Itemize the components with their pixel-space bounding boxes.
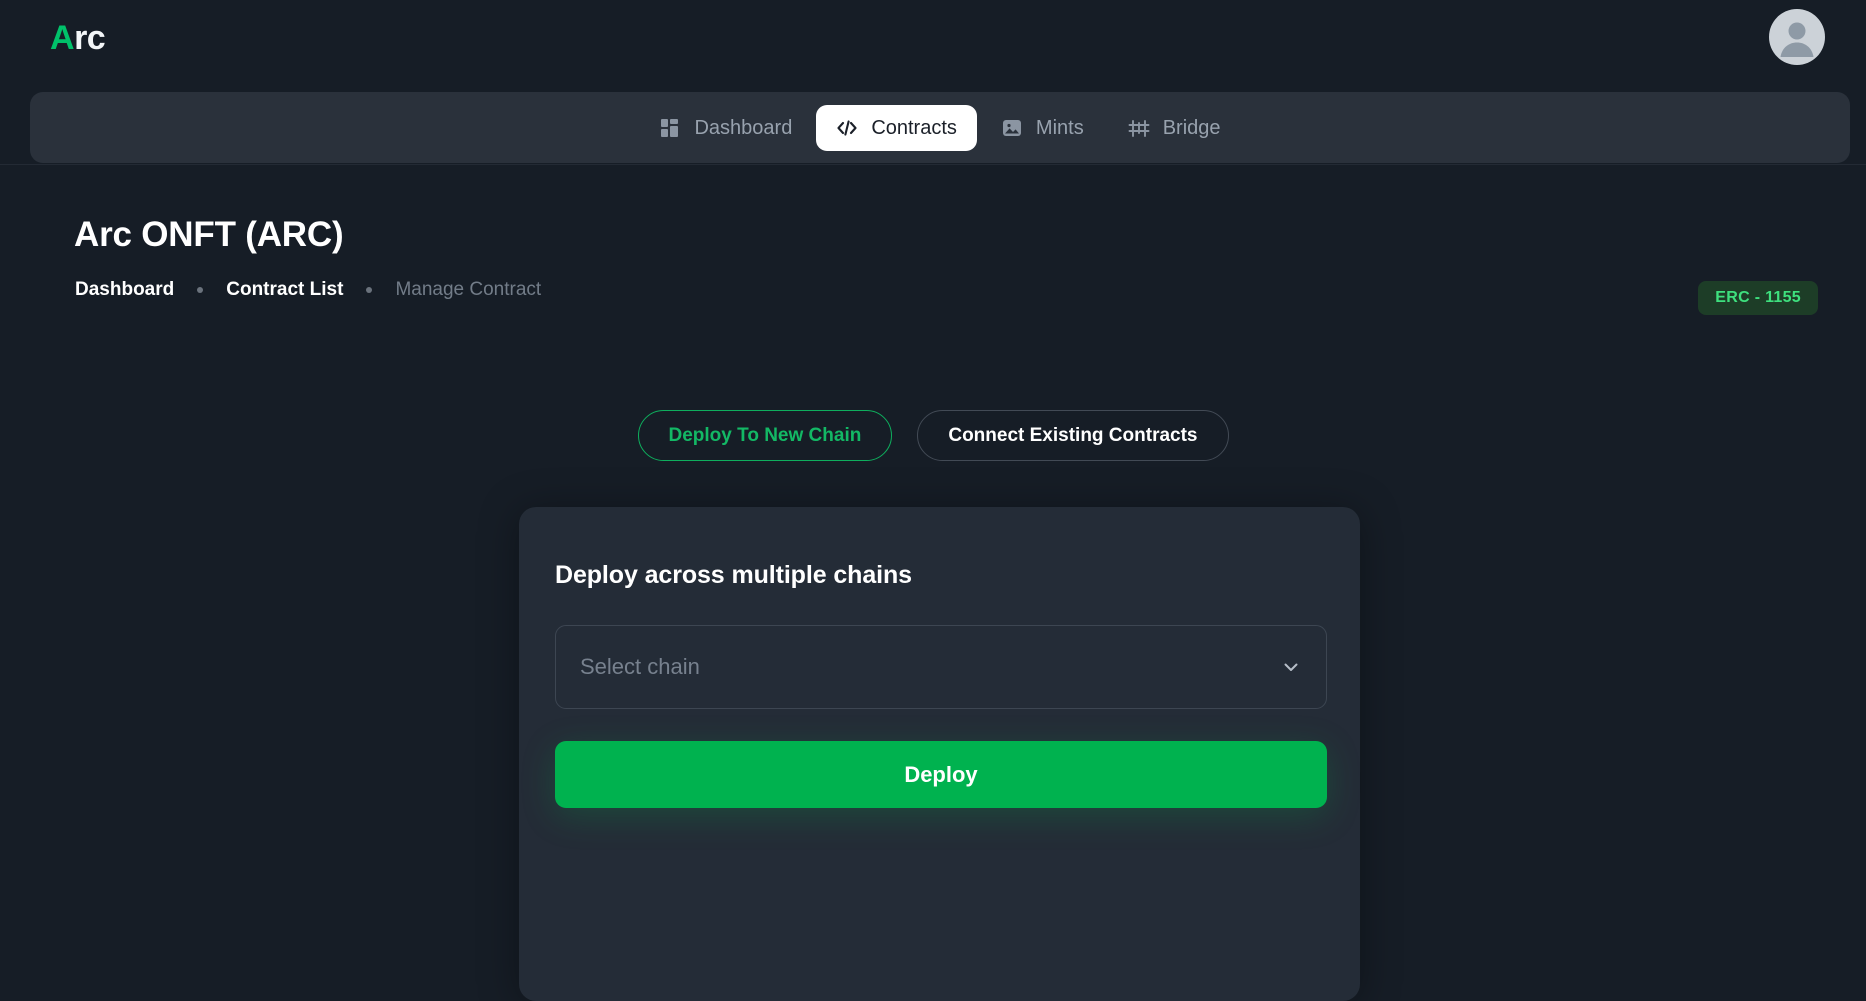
page-title: Arc ONFT (ARC) [74, 215, 344, 254]
chevron-down-icon [1280, 656, 1302, 678]
nav-item-dashboard-label: Dashboard [694, 116, 793, 139]
deploy-card: Deploy across multiple chains Select cha… [519, 507, 1360, 1001]
page-content: Arc ONFT (ARC) Dashboard Contract List M… [0, 165, 1866, 1001]
user-avatar-icon [1780, 22, 1814, 57]
nav-item-mints-label: Mints [1035, 116, 1084, 139]
nav-item-dashboard[interactable]: Dashboard [639, 105, 812, 151]
deploy-mode-toggle-group: Deploy To New Chain Connect Existing Con… [0, 410, 1866, 461]
nav-item-contracts-label: Contracts [871, 116, 957, 139]
deploy-to-new-chain-button[interactable]: Deploy To New Chain [637, 410, 893, 461]
status-badge-erc-standard: ERC - 1155 [1698, 281, 1818, 315]
breadcrumb-item-contract-list[interactable]: Contract List [226, 278, 343, 302]
deploy-button[interactable]: Deploy [555, 741, 1327, 808]
nav-item-mints[interactable]: Mints [981, 105, 1104, 151]
breadcrumb-separator-dot [197, 287, 204, 293]
logo-rest: rc [74, 19, 106, 57]
deploy-card-title: Deploy across multiple chains [555, 561, 912, 589]
top-bar: Arc [0, 0, 1866, 78]
logo-accent-letter: A [50, 19, 75, 57]
breadcrumb-item-manage-contract: Manage Contract [395, 279, 542, 300]
avatar[interactable] [1769, 9, 1825, 65]
breadcrumb: Dashboard Contract List Manage Contract [75, 278, 541, 302]
code-brackets-icon [836, 117, 858, 139]
chain-select[interactable]: Select chain [555, 625, 1327, 709]
breadcrumb-item-dashboard[interactable]: Dashboard [75, 278, 174, 302]
nav-items: Dashboard Contracts Mints Bridge [639, 104, 1241, 151]
app-logo[interactable]: Arc [50, 18, 106, 58]
nav-item-bridge-label: Bridge [1162, 116, 1221, 139]
main-nav: Dashboard Contracts Mints Bridge [30, 92, 1850, 163]
bridge-icon [1128, 117, 1150, 139]
breadcrumb-separator-dot [366, 287, 373, 293]
connect-existing-contracts-button[interactable]: Connect Existing Contracts [917, 410, 1229, 461]
nav-item-bridge[interactable]: Bridge [1108, 105, 1241, 151]
chain-select-placeholder: Select chain [580, 654, 700, 679]
image-picture-icon [1001, 117, 1023, 139]
nav-item-contracts[interactable]: Contracts [816, 104, 977, 151]
grid-dashboard-icon [659, 117, 681, 139]
